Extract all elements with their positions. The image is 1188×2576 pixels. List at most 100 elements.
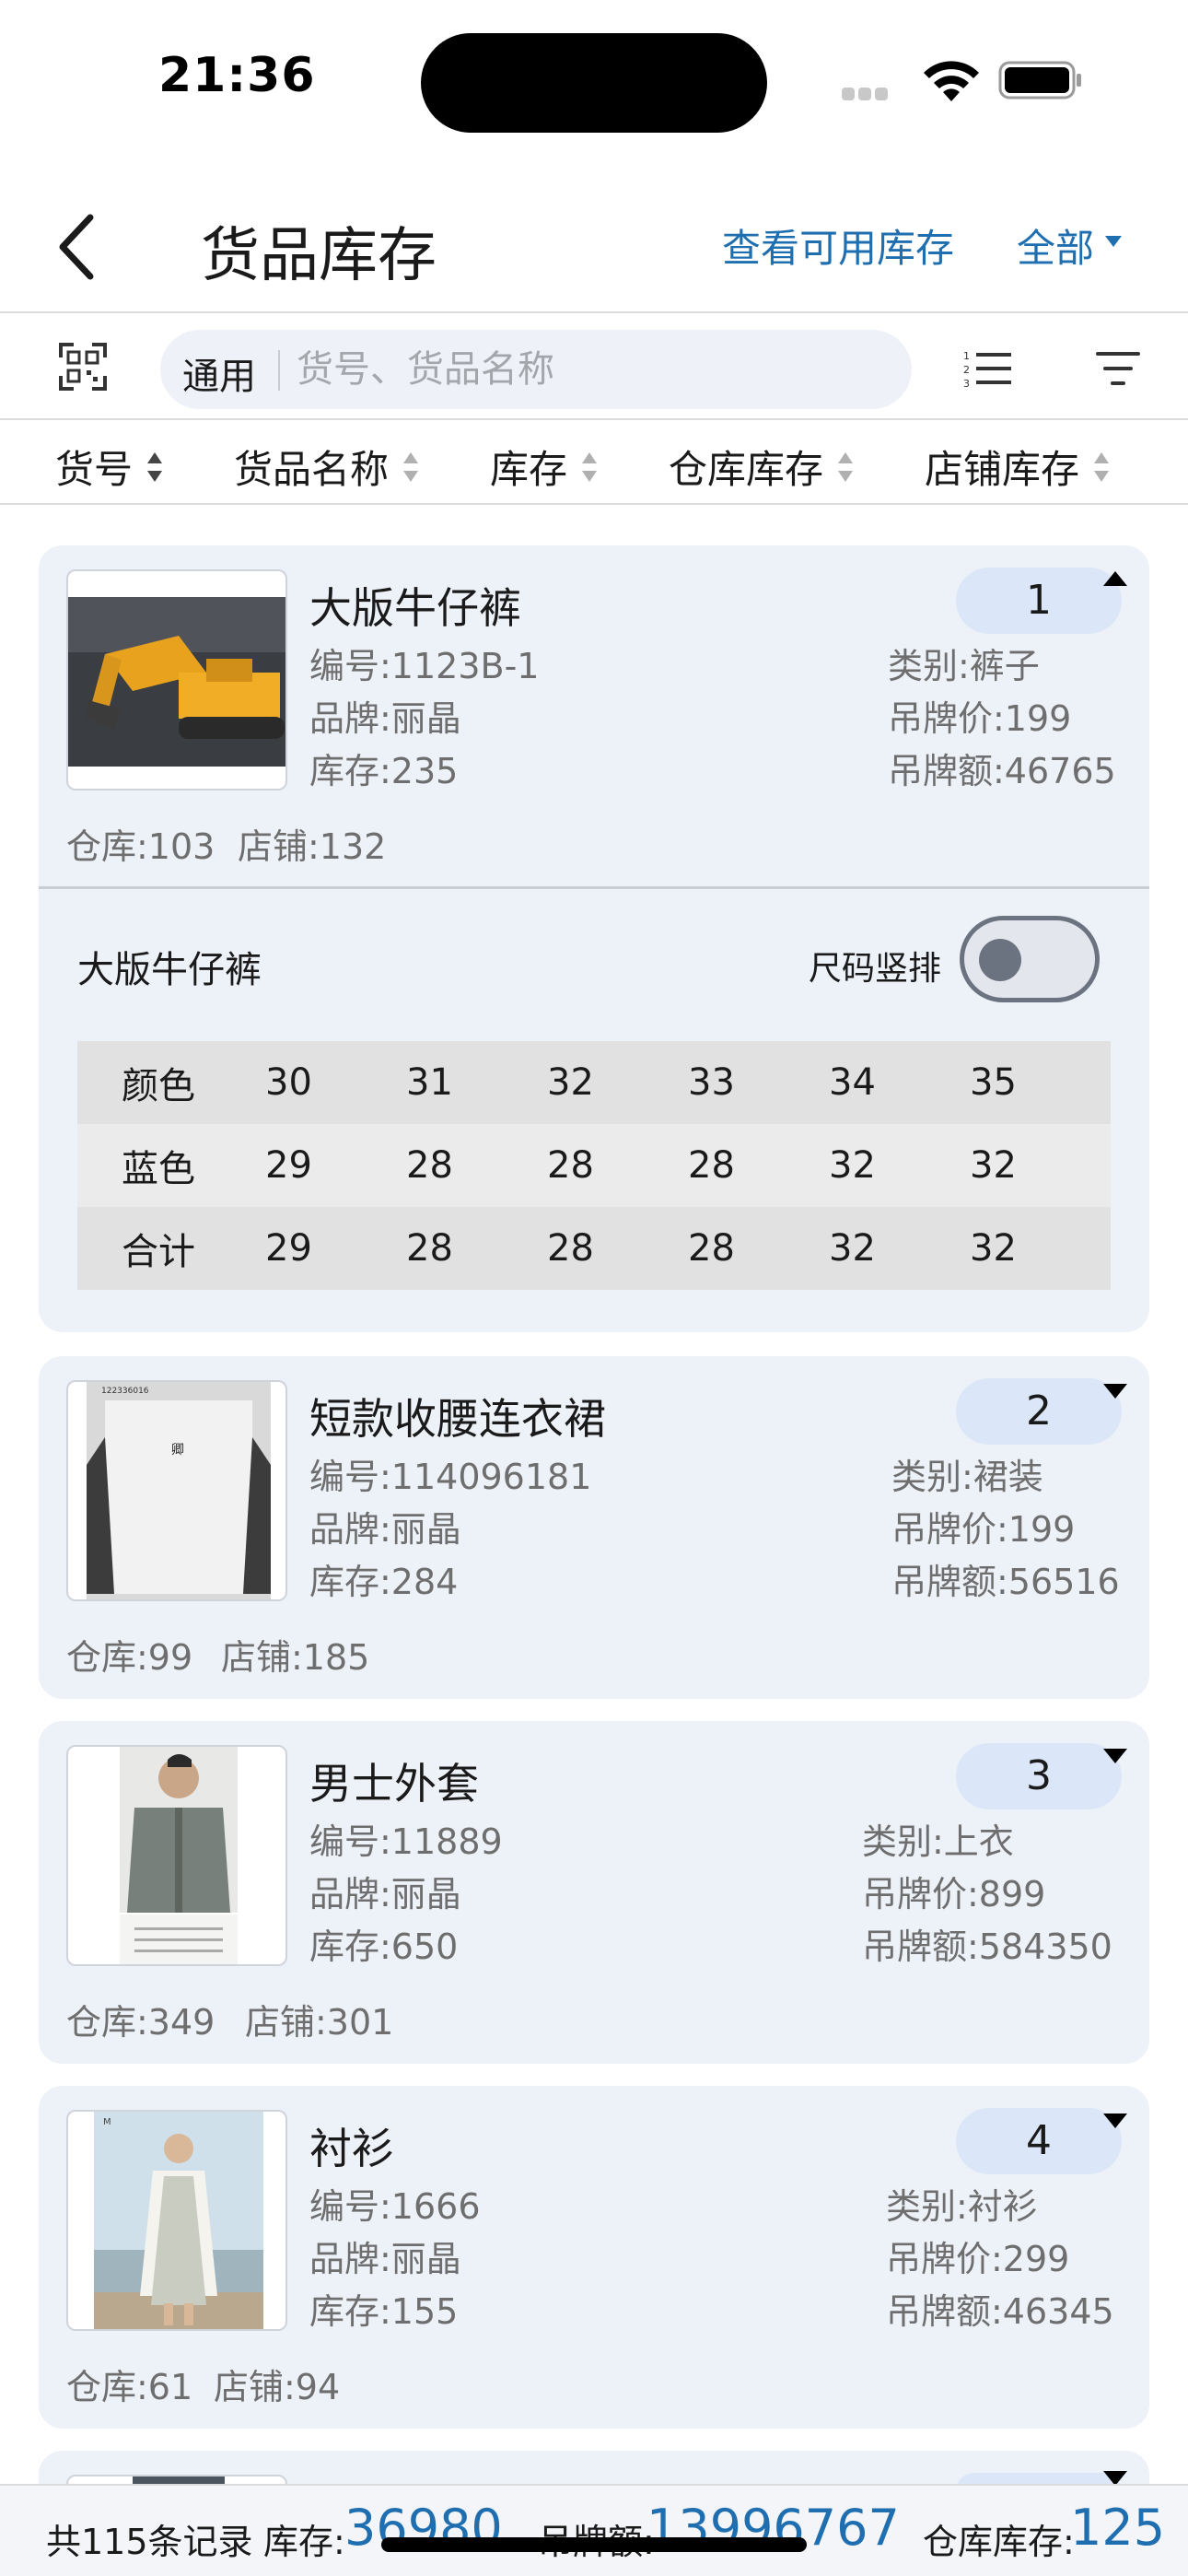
index-badge: 3 [956, 1743, 1122, 1809]
table-row: 蓝色 29 28 28 28 32 32 [77, 1124, 1111, 1207]
product-card[interactable]: M 衬衫 编号:1666 品牌:丽晶 库存:155 类别:衬衫 吊牌价:299 … [39, 2086, 1149, 2429]
thumb-caption: 122336016 [101, 1387, 149, 1396]
header-cell: 31 [406, 1061, 453, 1104]
product-code: 编号:11889 [309, 1821, 503, 1862]
product-tag-price: 吊牌价:299 [886, 2239, 1070, 2279]
index-badge: 1 [956, 568, 1122, 634]
warehouse-stock: 仓库:349 [66, 2002, 215, 2043]
summary-warehouse-label: 仓库库存: [923, 2522, 1075, 2562]
detail-product-name: 大版牛仔裤 [77, 949, 262, 991]
index-badge: 4 [956, 2108, 1122, 2174]
store-stock: 店铺:301 [245, 2002, 394, 2043]
filter-icon[interactable] [1096, 350, 1140, 387]
table-cell: 32 [829, 1227, 876, 1270]
search-divider [278, 350, 280, 391]
expand-arrow-icon[interactable] [1103, 1749, 1127, 1763]
product-thumbnail[interactable]: 122336016 卿 [66, 1380, 287, 1601]
sort-col-store-stock[interactable]: 店铺库存 [925, 439, 1111, 495]
product-code: 编号:1123B-1 [309, 646, 540, 686]
product-tag-price: 吊牌价:899 [862, 1874, 1046, 1914]
home-indicator [381, 2537, 807, 2552]
expand-arrow-icon[interactable] [1103, 2113, 1127, 2128]
wifi-icon [924, 61, 979, 101]
table-cell: 29 [265, 1144, 312, 1187]
product-card[interactable]: 大版牛仔裤 编号:1123B-1 品牌:丽晶 库存:235 类别:裤子 吊牌价:… [39, 545, 1149, 1332]
sort-icon [403, 451, 419, 482]
search-box[interactable]: 通用 [160, 330, 912, 409]
size-vertical-label: 尺码竖排 [809, 950, 942, 988]
size-table-header: 颜色 30 31 32 33 34 35 [77, 1041, 1111, 1124]
expand-arrow-icon[interactable] [1103, 1384, 1127, 1399]
status-bar: 21:36 [0, 0, 1188, 157]
product-brand: 品牌:丽晶 [309, 1874, 461, 1914]
excavator-image [68, 597, 285, 767]
summary-stock-label: 库存: [263, 2522, 345, 2562]
table-cell: 合计 [122, 1231, 195, 1273]
size-vertical-toggle[interactable] [960, 916, 1100, 1002]
view-available-stock-link[interactable]: 查看可用库存 [722, 217, 954, 274]
svg-text:M: M [103, 2117, 111, 2127]
warehouse-stock: 仓库:61 [66, 2367, 193, 2407]
page-title: 货品库存 [201, 222, 437, 290]
sweater-image: 122336016 卿 [87, 1382, 271, 1599]
dynamic-island [421, 33, 767, 133]
product-stock: 库存:235 [309, 751, 459, 791]
svg-text:卿: 卿 [171, 1443, 184, 1458]
store-stock: 店铺:185 [221, 1637, 370, 1678]
product-tag-amount: 吊牌额:56516 [891, 1562, 1120, 1602]
product-thumbnail[interactable]: M [66, 2110, 287, 2331]
product-category: 类别:上衣 [862, 1821, 1014, 1862]
product-category: 类别:裙装 [891, 1457, 1043, 1497]
product-stock: 库存:284 [309, 1562, 459, 1602]
product-tag-amount: 吊牌额:584350 [862, 1926, 1112, 1967]
product-name: 衬衫 [309, 2124, 394, 2173]
search-row: 通用 1 2 3 [0, 315, 1188, 420]
product-tag-amount: 吊牌额:46765 [888, 751, 1116, 791]
jacket-image [120, 1747, 238, 1964]
detail-divider [39, 886, 1149, 889]
product-card[interactable]: 122336016 卿 短款收腰连衣裙 编号:114096181 品牌:丽晶 库… [39, 1356, 1149, 1699]
product-thumbnail[interactable] [66, 1745, 287, 1966]
product-stock: 库存:155 [309, 2291, 459, 2332]
table-cell: 32 [829, 1144, 876, 1187]
header-cell: 35 [970, 1061, 1017, 1104]
numbered-list-icon[interactable]: 1 2 3 [963, 348, 1011, 389]
nav-bar: 货品库存 查看可用库存 全部 [0, 175, 1188, 313]
sort-col-name[interactable]: 货品名称 [234, 439, 420, 495]
size-stock-table: 颜色 30 31 32 33 34 35 蓝色 29 28 28 28 32 3… [77, 1041, 1111, 1290]
product-tag-price: 吊牌价:199 [888, 698, 1072, 739]
search-mode[interactable]: 通用 [182, 346, 256, 400]
sort-col-code[interactable]: 货号 [55, 439, 164, 495]
store-stock: 店铺:94 [214, 2367, 341, 2407]
table-cell: 28 [688, 1144, 735, 1187]
search-input[interactable] [297, 341, 886, 398]
record-count: 共115条记录 [46, 2522, 253, 2562]
shirt-model-image: M [94, 2112, 263, 2329]
svg-text:1: 1 [963, 350, 970, 362]
table-cell: 28 [688, 1227, 735, 1270]
sort-col-stock[interactable]: 库存 [490, 439, 599, 495]
header-cell: 32 [547, 1061, 594, 1104]
product-thumbnail[interactable] [66, 569, 287, 790]
product-brand: 品牌:丽晶 [309, 1509, 461, 1550]
scan-qr-icon[interactable] [59, 343, 107, 391]
battery-icon [998, 61, 1081, 100]
table-cell: 28 [406, 1227, 453, 1270]
sort-col-warehouse-stock[interactable]: 仓库库存 [669, 439, 855, 495]
back-icon[interactable] [53, 210, 99, 284]
table-cell: 蓝色 [122, 1148, 195, 1190]
header-cell: 颜色 [122, 1065, 195, 1107]
sort-header: 货号 货品名称 库存 仓库库存 店铺库存 [0, 420, 1188, 505]
product-name: 男士外套 [309, 1759, 479, 1809]
sort-icon [838, 451, 854, 482]
warehouse-stock: 仓库:103 [66, 826, 215, 867]
product-card[interactable]: 男士外套 编号:11889 品牌:丽晶 库存:650 类别:上衣 吊牌价:899… [39, 1721, 1149, 2064]
product-brand: 品牌:丽晶 [309, 2239, 461, 2279]
collapse-arrow-icon[interactable] [1103, 571, 1127, 586]
product-name: 短款收腰连衣裙 [309, 1394, 606, 1444]
cellular-signal-icon [842, 87, 906, 100]
table-cell: 29 [265, 1227, 312, 1270]
header-cell: 30 [265, 1061, 312, 1104]
index-badge: 2 [956, 1378, 1122, 1445]
scope-dropdown[interactable]: 全部 [1017, 217, 1094, 274]
